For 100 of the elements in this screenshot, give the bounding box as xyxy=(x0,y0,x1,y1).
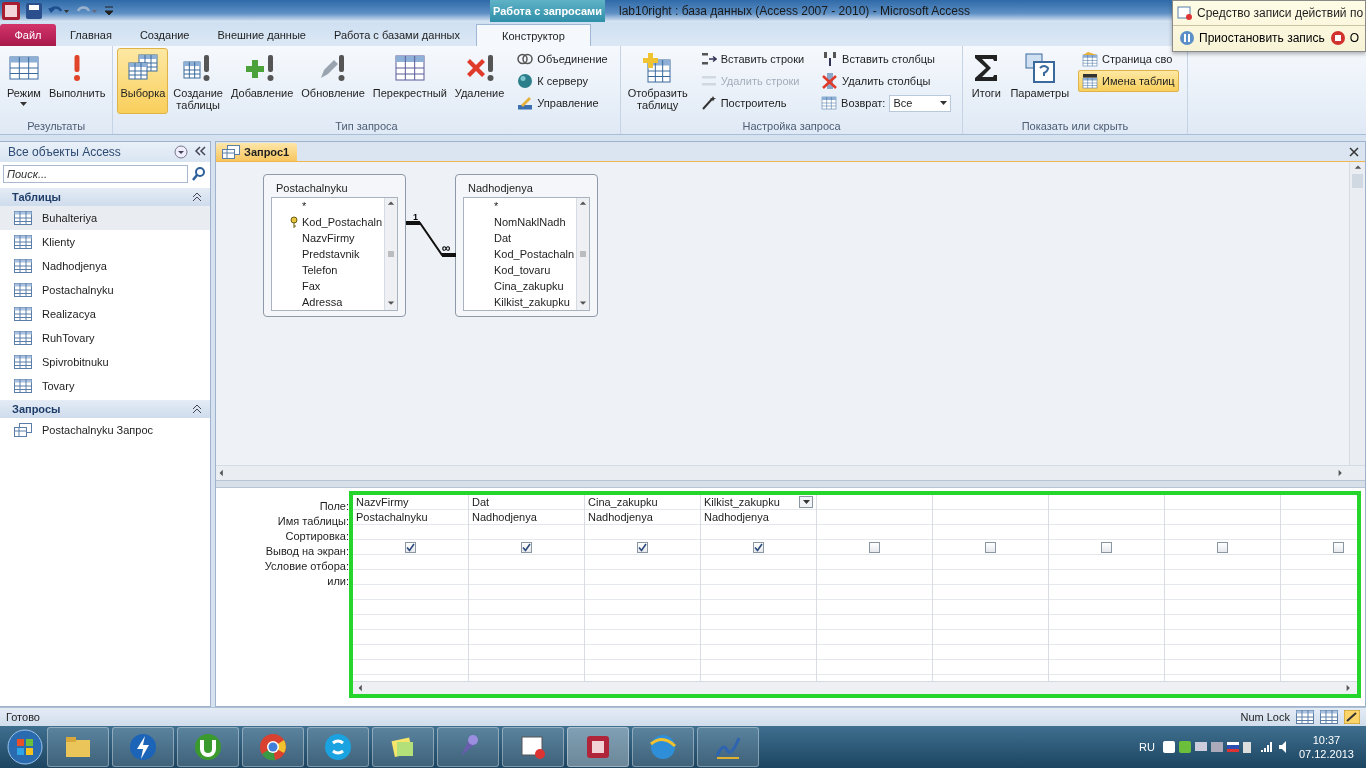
return-dropdown[interactable]: Все xyxy=(889,94,952,112)
nav-item[interactable]: Klienty xyxy=(0,230,210,254)
design-view-icon[interactable] xyxy=(1344,710,1360,724)
ribbon-button[interactable]: Имена таблиц xyxy=(1078,70,1179,92)
field-name[interactable]: Fax xyxy=(302,280,321,292)
nav-item[interactable]: Buhalteriya xyxy=(0,206,210,230)
taskbar-button[interactable] xyxy=(307,727,369,767)
ribbon-button[interactable]: Выборка xyxy=(117,48,169,114)
grid-cell[interactable]: Nadhodjenya xyxy=(585,510,700,525)
collapse-icon[interactable] xyxy=(194,145,206,157)
ribbon-tab[interactable]: Конструктор xyxy=(475,24,591,46)
taskbar-button[interactable] xyxy=(632,727,694,767)
checkbox[interactable] xyxy=(753,541,764,553)
start-button[interactable] xyxy=(6,728,44,766)
dropdown-button[interactable] xyxy=(799,496,813,508)
ribbon-tab[interactable]: Файл xyxy=(0,24,56,46)
search-field[interactable]: Поиск... xyxy=(3,165,188,183)
taskbar-button[interactable] xyxy=(47,727,109,767)
ribbon-button[interactable]: К серверу xyxy=(513,70,612,92)
nav-item[interactable]: Tovary xyxy=(0,374,210,398)
nav-item[interactable]: Postachalnyku Запрос xyxy=(0,418,210,442)
ribbon-button[interactable]: Перекрестный xyxy=(369,48,450,114)
close-icon[interactable] xyxy=(1349,147,1359,157)
field-name[interactable]: Telefon xyxy=(302,264,338,276)
grid-cell[interactable]: Nadhodjenya xyxy=(469,510,584,525)
field-name[interactable]: NazvFirmy xyxy=(302,232,355,244)
ribbon-button[interactable]: Создание таблицы xyxy=(170,48,226,115)
taskbar-button[interactable] xyxy=(502,727,564,767)
search-icon[interactable] xyxy=(191,166,207,182)
ribbon-button[interactable]: Удаление xyxy=(451,48,508,114)
group-header[interactable]: Запросы xyxy=(0,400,210,418)
field-name[interactable]: Predstavnik xyxy=(302,248,360,260)
nav-item[interactable]: Postachalnyku xyxy=(0,278,210,302)
save-icon[interactable] xyxy=(26,3,42,19)
checkbox[interactable] xyxy=(637,541,648,553)
ribbon-button[interactable]: Параметры xyxy=(1007,48,1073,114)
field-name[interactable]: * xyxy=(302,200,307,212)
ribbon-button[interactable]: Удалить столбцы xyxy=(818,70,955,92)
ribbon-button[interactable]: Добавление xyxy=(228,48,297,114)
ribbon-button[interactable]: Управление xyxy=(513,92,612,114)
scroll-thumb[interactable] xyxy=(1352,174,1363,188)
nav-item[interactable]: RuhTovary xyxy=(0,326,210,350)
ribbon-tab[interactable]: Работа с базами данных xyxy=(319,24,474,46)
field-name[interactable]: Cina_zakupku xyxy=(494,280,564,292)
scroll-up-icon[interactable] xyxy=(1353,164,1362,172)
field-name[interactable]: Kod_Postachaln xyxy=(302,216,383,228)
field-name[interactable]: * xyxy=(494,200,499,212)
field-name[interactable]: Kod_tovaru xyxy=(494,264,551,276)
table-window[interactable]: Postachalnyku * Kod_Postachaln NazvFirmy Predstavnik Telefon Fax Adressa xyxy=(263,174,406,317)
ribbon-button[interactable]: Объединение xyxy=(513,48,612,70)
checkbox[interactable] xyxy=(869,541,880,553)
checkbox[interactable] xyxy=(1217,541,1228,553)
tray-icons-drawing[interactable] xyxy=(1162,740,1253,754)
taskbar-button[interactable] xyxy=(372,727,434,767)
checkbox[interactable] xyxy=(521,541,532,553)
scroll-up-icon[interactable] xyxy=(579,200,587,208)
ribbon-button[interactable]: Отобразить таблицу xyxy=(624,48,691,115)
ribbon-button[interactable]: Итоги xyxy=(967,48,1006,114)
checkbox[interactable] xyxy=(1333,541,1344,553)
grid-cell[interactable]: Kilkist_zakupku xyxy=(701,495,816,510)
scroll-left-icon[interactable] xyxy=(218,469,226,477)
recorder-button[interactable]: О xyxy=(1329,30,1360,46)
taskbar-button[interactable] xyxy=(567,727,629,767)
ribbon-button[interactable]: Страница сво xyxy=(1078,48,1179,70)
taskbar-button[interactable] xyxy=(697,727,759,767)
checkbox[interactable] xyxy=(985,541,996,553)
grid-cell[interactable]: Cina_zakupku xyxy=(585,495,700,510)
customize-icon[interactable] xyxy=(104,5,114,17)
table-window[interactable]: Nadhodjenya * NomNaklNadh Dat Kod_Postachaln Kod_tovaru Cina_zakupku Kilkist_zakupku xyxy=(455,174,598,317)
ribbon-tab[interactable]: Главная xyxy=(56,24,126,46)
dropdown-icon[interactable] xyxy=(174,145,188,159)
ribbon-button[interactable]: Построитель xyxy=(696,92,809,114)
field-name[interactable]: Adressa xyxy=(302,296,343,308)
scroll-up-icon[interactable] xyxy=(387,200,395,208)
collapse-icon[interactable] xyxy=(192,192,202,202)
ribbon-button[interactable]: Выполнить xyxy=(45,48,109,114)
taskbar-button[interactable] xyxy=(177,727,239,767)
taskbar-button[interactable] xyxy=(437,727,499,767)
checkbox[interactable] xyxy=(405,541,416,553)
language-indicator[interactable]: RU xyxy=(1139,741,1155,753)
ribbon-tab[interactable]: Создание xyxy=(125,24,204,46)
group-header[interactable]: Таблицы xyxy=(0,188,210,206)
taskbar-button[interactable] xyxy=(242,727,304,767)
ribbon-button[interactable]: Вставить строки xyxy=(696,48,809,70)
ribbon-button[interactable]: Обновление xyxy=(298,48,368,114)
field-name[interactable]: Kod_Postachaln xyxy=(494,248,575,260)
nav-item[interactable]: Spivrobitnuku xyxy=(0,350,210,374)
grid-cell[interactable]: NazvFirmy xyxy=(353,495,468,510)
field-name[interactable]: Dat xyxy=(494,232,512,244)
nav-item[interactable]: Realizacya xyxy=(0,302,210,326)
grid-cell[interactable]: Postachalnyku xyxy=(353,510,468,525)
grid-cell[interactable]: Nadhodjenya xyxy=(701,510,816,525)
field-name[interactable]: NomNaklNadh xyxy=(494,216,566,228)
field-name[interactable]: Kilkist_zakupku xyxy=(494,296,570,308)
ribbon-button[interactable]: Режим xyxy=(4,48,44,114)
taskbar-button[interactable] xyxy=(112,727,174,767)
app-icon[interactable] xyxy=(2,2,20,20)
recorder-button[interactable]: Приостановить запись xyxy=(1179,30,1325,46)
scroll-left-icon[interactable] xyxy=(357,684,365,692)
checkbox[interactable] xyxy=(1101,541,1112,553)
